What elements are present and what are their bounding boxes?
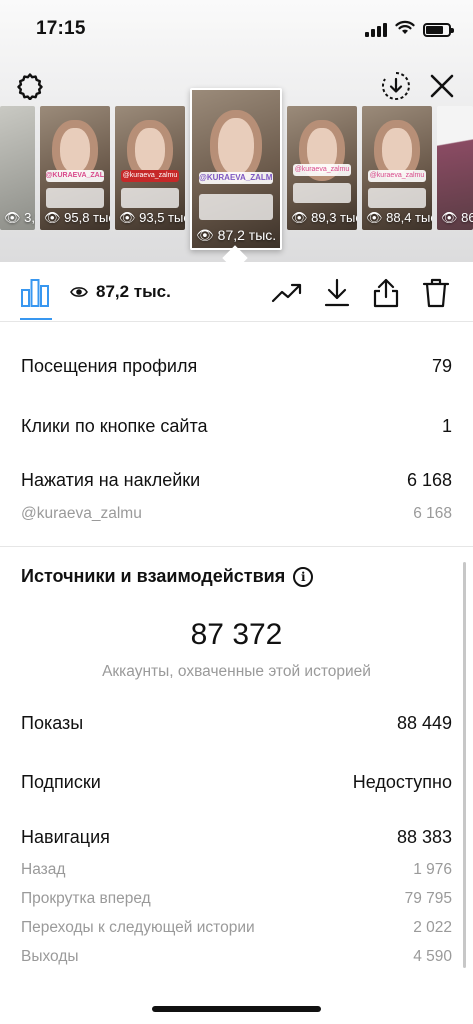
cellular-signal-icon	[365, 23, 387, 37]
profile-visits-label: Посещения профиля	[21, 356, 198, 376]
sticker-mention-value: 6 168	[413, 505, 452, 522]
share-icon[interactable]	[369, 276, 403, 310]
thumbnail-mention: @kuraeva_zalmu	[120, 170, 180, 183]
website-clicks-label: Клики по кнопке сайта	[21, 416, 208, 436]
thumbnail-mention: @KURAEVA_ZALMU	[45, 170, 105, 183]
nav-detail-label: Назад	[21, 861, 66, 878]
scrollbar[interactable]	[463, 562, 466, 968]
sticker-taps-row: Нажатия на наклейки 6 168	[21, 470, 452, 491]
insights-toolbar: 87,2 тыс.	[0, 262, 473, 322]
nav-detail-value: 4 590	[413, 948, 452, 965]
thumbnail-mention: @kuraeva_zalmu	[367, 170, 427, 183]
thumbnail-mention: @kuraeva_zalmu	[292, 164, 352, 177]
nav-detail-value: 1 976	[413, 861, 452, 878]
story-thumbnail[interactable]: @kuraeva_zalmu 👁︎ 88,4 тыс.	[362, 106, 432, 230]
home-indicator[interactable]	[152, 1006, 321, 1012]
nav-detail-label: Выходы	[21, 948, 79, 965]
thumbnail-mention: @KURAEVA_ZALMU	[199, 172, 273, 185]
story-thumbnail[interactable]: @KURAEVA_ZALMU 👁︎ 95,8 тыс.	[40, 106, 110, 230]
website-clicks-value: 1	[441, 416, 452, 436]
navigation-value: 88 383	[396, 827, 452, 847]
navigation-label: Навигация	[21, 827, 110, 847]
follows-value: Недоступно	[352, 772, 452, 792]
story-thumbnail[interactable]: 👁︎ 86 тыс.	[437, 106, 473, 230]
sticker-mention-row[interactable]: @kuraeva_zalmu 6 168	[21, 505, 452, 523]
nav-detail-row: Переходы к следующей истории 2 022	[21, 919, 452, 937]
nav-detail-row: Выходы 4 590	[21, 948, 452, 966]
section-divider	[0, 546, 473, 547]
status-bar: 17:15	[0, 0, 473, 50]
sticker-taps-label: Нажатия на наклейки	[21, 470, 201, 490]
reach-caption: Аккаунты, охваченные этой историей	[102, 663, 371, 680]
profile-visits-row: Посещения профиля 79	[21, 356, 452, 377]
impressions-value: 88 449	[396, 713, 452, 733]
battery-icon	[423, 23, 454, 37]
insights-bar-chart-icon[interactable]	[18, 276, 52, 310]
nav-detail-row: Назад 1 976	[21, 861, 452, 879]
story-thumbnail[interactable]: @kuraeva_zalmu 👁︎ 93,5 тыс.	[115, 106, 185, 230]
follows-label: Подписки	[21, 772, 101, 792]
navigation-row: Навигация 88 383	[21, 827, 452, 848]
promote-trend-icon[interactable]	[270, 276, 304, 310]
info-icon[interactable]: i	[293, 566, 314, 587]
nav-detail-value: 2 022	[413, 919, 452, 936]
story-thumbnails: 👁︎ 3,3 тыс. @KURAEVA_ZALMU 👁︎ 95,8 тыс. …	[0, 88, 473, 258]
thumbnail-views: 👁︎ 93,5 тыс.	[119, 210, 185, 225]
nav-detail-row: Прокрутка вперед 79 795	[21, 890, 452, 908]
download-icon[interactable]	[320, 276, 354, 310]
active-tab-indicator	[20, 318, 52, 320]
impressions-label: Показы	[21, 713, 84, 733]
sources-title: Источники и взаимодействия	[21, 566, 286, 586]
thumbnail-views: 👁︎ 3,3 тыс.	[4, 210, 35, 225]
website-clicks-row: Клики по кнопке сайта 1	[21, 416, 452, 437]
story-thumbnail[interactable]: 👁︎ 3,3 тыс.	[0, 106, 35, 230]
viewers-count[interactable]: 87,2 тыс.	[96, 282, 171, 302]
impressions-row: Показы 88 449	[21, 713, 452, 734]
status-time: 17:15	[36, 18, 86, 39]
nav-detail-value: 79 795	[404, 890, 452, 907]
thumbnail-views: 👁︎ 95,8 тыс.	[44, 210, 110, 225]
thumbnail-views: 👁︎ 88,4 тыс.	[366, 210, 432, 225]
thumbnail-views: 👁︎ 86 тыс.	[441, 210, 473, 225]
sticker-mention-label: @kuraeva_zalmu	[21, 505, 142, 522]
eye-icon	[70, 285, 88, 304]
story-preview-strip: 17:15 👁︎ 3, @KURAEVA_ZAL 👁︎ 95,8 ты @kur…	[0, 0, 473, 262]
follows-row: Подписки Недоступно	[21, 772, 452, 793]
nav-detail-label: Переходы к следующей истории	[21, 919, 255, 936]
thumbnail-views: 👁︎ 87,2 тыс.	[196, 227, 277, 243]
trash-icon[interactable]	[419, 276, 453, 310]
nav-detail-label: Прокрутка вперед	[21, 890, 151, 907]
sources-section-header: Источники и взаимодействия i	[21, 566, 314, 587]
wifi-icon	[395, 20, 415, 40]
thumbnail-views: 👁︎ 89,3 тыс.	[291, 210, 357, 225]
reach-value: 87 372	[190, 618, 283, 651]
profile-visits-value: 79	[431, 356, 452, 376]
sticker-taps-value: 6 168	[406, 470, 452, 490]
selected-story-thumbnail[interactable]: @KURAEVA_ZALMU 👁︎ 87,2 тыс.	[190, 88, 282, 250]
story-thumbnail[interactable]: @kuraeva_zalmu 👁︎ 89,3 тыс.	[287, 106, 357, 230]
